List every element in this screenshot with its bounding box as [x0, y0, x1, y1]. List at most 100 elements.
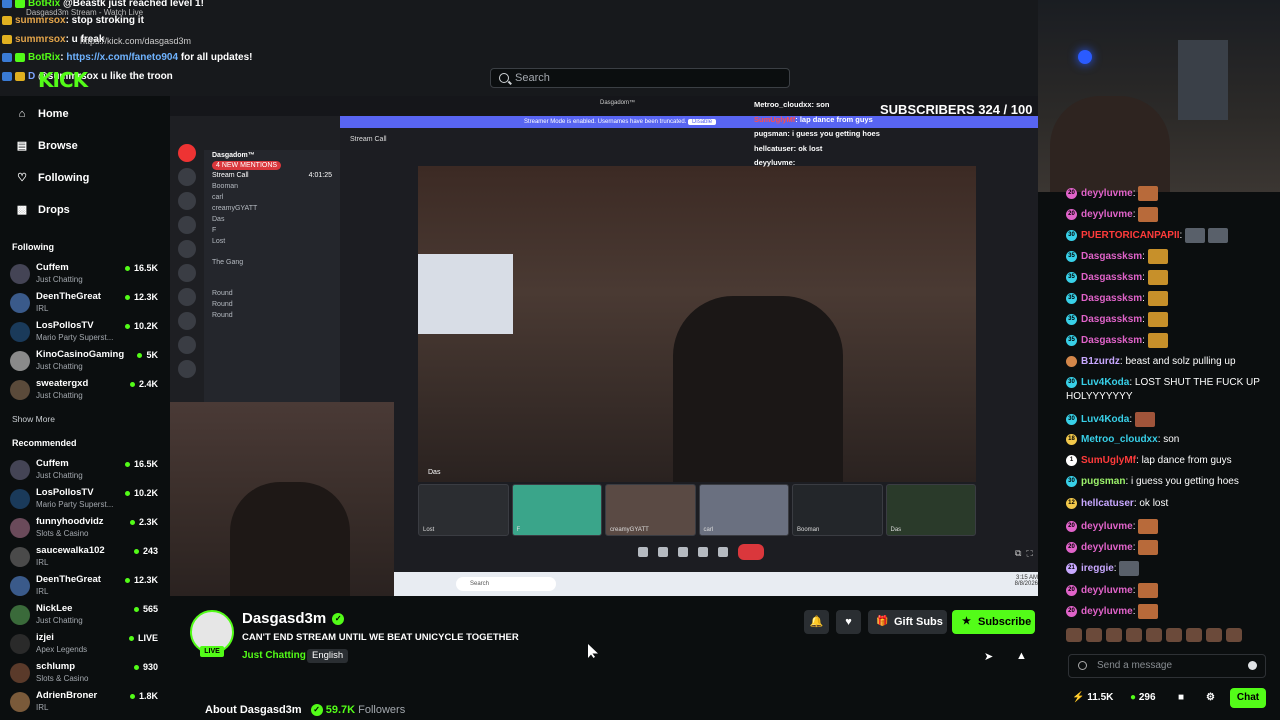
kick-logo[interactable]: KICK — [38, 68, 88, 92]
emote[interactable] — [1126, 628, 1142, 642]
points-icon: ● — [1130, 692, 1137, 703]
share-icon[interactable]: ➤ — [984, 650, 993, 663]
overlay-line: D @summrsox u like the troon — [2, 71, 173, 82]
more-icon[interactable] — [718, 547, 728, 557]
mic-icon[interactable] — [638, 547, 648, 557]
emote[interactable] — [1186, 628, 1202, 642]
emote — [1138, 186, 1159, 201]
recommended-channel[interactable]: saucewalka102 IRL 243 — [10, 545, 162, 571]
chat-message: 18 Metroo_cloudxx: son — [1066, 434, 1179, 445]
chat-input[interactable]: Send a message — [1068, 654, 1266, 678]
show-more-link[interactable]: Show More — [12, 414, 55, 424]
points-counter[interactable]: ● 296 — [1130, 692, 1156, 703]
avatar — [10, 605, 30, 625]
recommended-channel[interactable]: AdrienBroner IRL 1.8K — [10, 690, 162, 716]
emote — [1185, 228, 1206, 243]
avatar — [10, 489, 30, 509]
emote[interactable] — [1206, 628, 1222, 642]
nav-browse[interactable]: ▤ Browse — [16, 136, 78, 156]
recommended-channel[interactable]: schlump Slots & Casino 930 — [10, 661, 162, 687]
settings-icon[interactable]: ⚙ — [1206, 692, 1215, 703]
following-channel[interactable]: KinoCasinoGaming Just Chatting 5K — [10, 349, 162, 375]
kicks-icon: ⚡ — [1072, 692, 1085, 703]
call-participants: Lost F creamyGYATT carl Booman Das — [418, 484, 976, 536]
participant-tile[interactable]: creamyGYATT — [605, 484, 696, 536]
gift-subs-button[interactable]: Gift Subs — [868, 610, 947, 634]
kicks-counter[interactable]: ⚡ 11.5K — [1072, 692, 1113, 703]
following-channel[interactable]: DeenTheGreat IRL 12.3K — [10, 291, 162, 317]
avatar — [10, 264, 30, 284]
recommended-channel[interactable]: NickLee Just Chatting 565 — [10, 603, 162, 629]
recommended-channel[interactable]: DeenTheGreat IRL 12.3K — [10, 574, 162, 600]
popout-icon[interactable]: ⧉ — [1015, 548, 1021, 558]
chat-message: B1zurdz: beast and solz pulling up — [1066, 356, 1236, 367]
channel-name[interactable]: Dasgasd3m ✓ — [242, 610, 345, 627]
background-door — [1178, 40, 1228, 120]
emote — [1147, 291, 1168, 306]
emote — [1147, 249, 1168, 264]
avatar — [10, 322, 30, 342]
emote[interactable] — [1086, 628, 1102, 642]
language-tag[interactable]: English — [307, 649, 349, 663]
webcam-overlay — [170, 402, 394, 596]
emote — [1138, 519, 1159, 534]
chat-message: 30 Luv4Koda: — [1066, 412, 1155, 427]
emoji-icon[interactable] — [1248, 661, 1257, 670]
participant-tile[interactable]: Das — [885, 484, 976, 536]
discord-title: Dasgadom™ — [600, 100, 636, 106]
chat-send-button[interactable]: Chat — [1230, 688, 1266, 708]
following-channel[interactable]: Cuffem Just Chatting 16.5K — [10, 262, 162, 288]
subscribe-button[interactable]: Subscribe — [952, 610, 1035, 634]
participant-tile[interactable]: F — [511, 484, 602, 536]
chat-message: 20 deyyluvme: — [1066, 583, 1159, 598]
notification-button[interactable]: 🔔 — [804, 610, 829, 634]
emote — [1138, 604, 1159, 619]
overlay-line: summrsox: stop stroking it — [2, 15, 144, 26]
screenshare-icon[interactable] — [678, 547, 688, 557]
fullscreen-icon[interactable]: ⛶ — [1026, 548, 1032, 558]
streamer-figure — [673, 296, 843, 482]
heart-icon: ♥ — [845, 616, 852, 628]
about-section-title: About Dasgasd3m ✓ 59.7K Followers — [205, 704, 406, 717]
avatar — [10, 518, 30, 538]
camera-icon[interactable] — [658, 547, 668, 557]
recommended-channel[interactable]: LosPollosTV Mario Party Superst... 10.2K — [10, 487, 162, 513]
emote[interactable] — [1066, 628, 1082, 642]
follow-button[interactable]: ♥ — [836, 610, 861, 634]
chat-bubble-icon[interactable]: ■ — [1178, 692, 1184, 703]
player-controls: ⧉ ⛶ — [1015, 548, 1033, 559]
nav-home[interactable]: ⌂ Home — [16, 104, 69, 124]
emote — [1134, 412, 1155, 427]
emote[interactable] — [1146, 628, 1162, 642]
category-link[interactable]: Just Chatting — [242, 650, 306, 661]
activity-icon[interactable] — [698, 547, 708, 557]
video-player[interactable]: Streamer Mode is enabled. Usernames have… — [170, 96, 1038, 596]
browse-icon: ▤ — [16, 140, 28, 152]
chat-message: 30 pugsman: i guess you getting hoes — [1066, 476, 1239, 487]
emote[interactable] — [1166, 628, 1182, 642]
chat-message: 1 SumUglyMf: lap dance from guys — [1066, 455, 1232, 466]
emote — [1119, 561, 1140, 576]
chat-panel: 20 deyyluvme: 20 deyyluvme: 30 PUERTORICANP… — [1062, 184, 1276, 636]
recommended-channel[interactable]: Cuffem Just Chatting 16.5K — [10, 458, 162, 484]
emote[interactable] — [1106, 628, 1122, 642]
participant-tile[interactable]: Lost — [418, 484, 509, 536]
chat-message: 35 Dasgassksm: — [1066, 333, 1168, 348]
recommended-channel[interactable]: funnyhoodvidz Slots & Casino 2.3K — [10, 516, 162, 542]
recommended-channel[interactable]: izjei Apex Legends LIVE — [10, 632, 162, 658]
participant-tile[interactable]: carl — [698, 484, 789, 536]
following-channel[interactable]: sweatergxd Just Chatting 2.4K — [10, 378, 162, 404]
nav-drops[interactable]: ▩ Drops — [16, 200, 70, 220]
discord-server-list — [174, 140, 200, 440]
nav-following[interactable]: ♡ Following — [16, 168, 89, 188]
address-bar[interactable]: https://kick.com/dasgasd3m — [80, 36, 191, 46]
channel-info: LIVE Dasgasd3m ✓ CAN'T END STREAM UNTIL W… — [170, 596, 1038, 720]
chat-message: 20 deyyluvme: — [1066, 186, 1159, 201]
report-icon[interactable]: ▲ — [1016, 650, 1027, 662]
search-input[interactable]: Search — [490, 68, 790, 88]
following-channel[interactable]: LosPollosTV Mario Party Superst... 10.2K — [10, 320, 162, 346]
participant-tile[interactable]: Booman — [792, 484, 883, 536]
avatar — [10, 293, 30, 313]
emote[interactable] — [1226, 628, 1242, 642]
hangup-button[interactable] — [738, 544, 764, 560]
